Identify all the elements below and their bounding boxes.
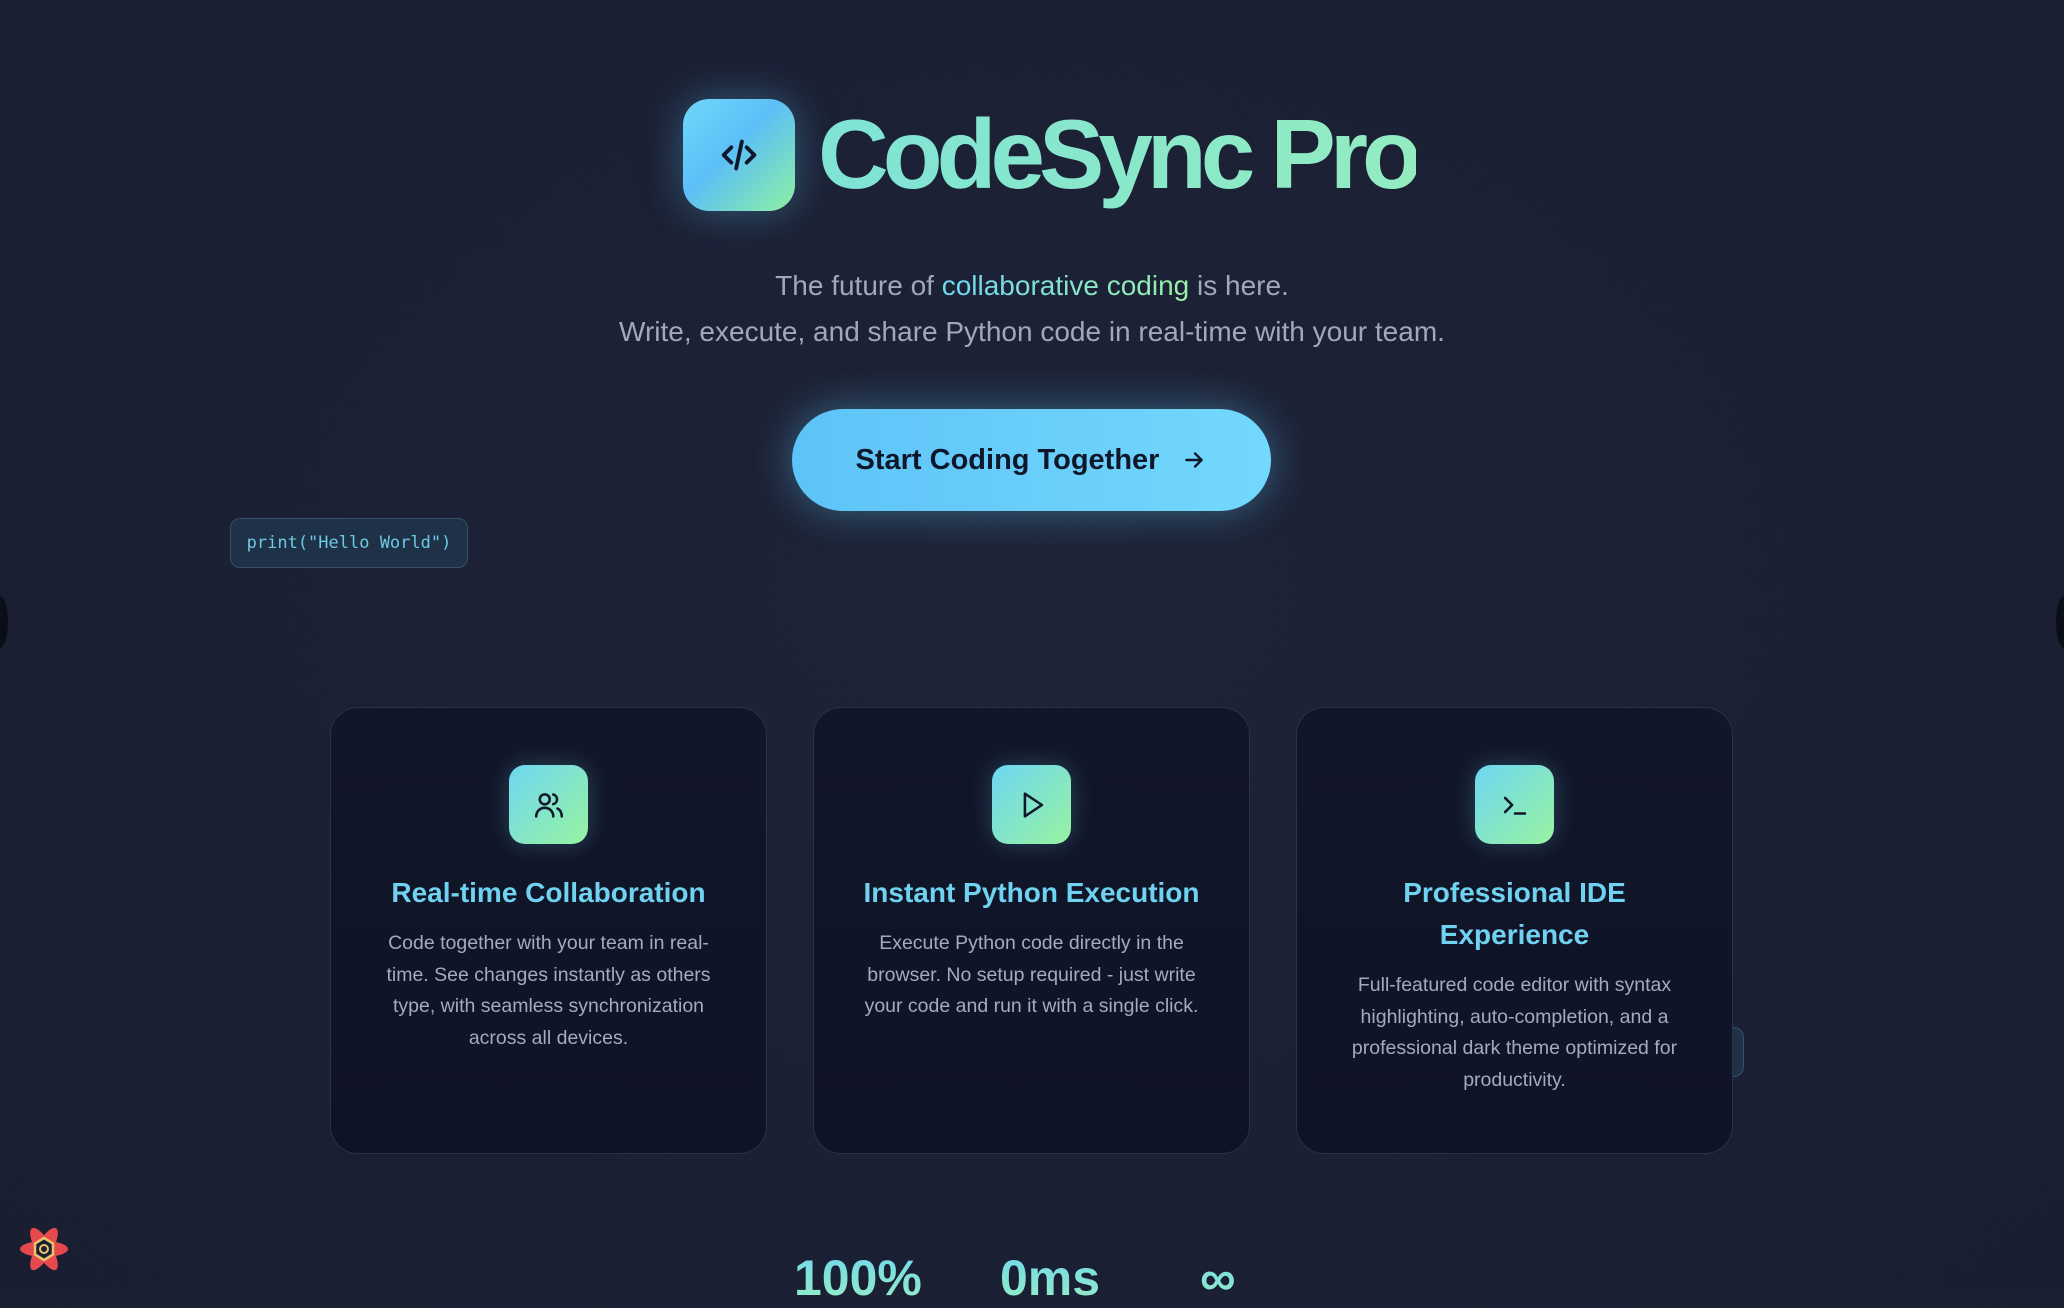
stat-infinity: ∞: [1200, 1250, 1236, 1306]
code-icon: [721, 139, 757, 171]
floating-code-snippet: print("Hello World"): [230, 518, 468, 568]
feature-card-ide: Professional IDE Experience Full-feature…: [1296, 707, 1733, 1154]
tagline-prefix: The future of: [775, 270, 942, 301]
left-edge-handle[interactable]: [0, 596, 8, 648]
app-title: CodeSync Pro: [818, 99, 1422, 209]
feature-title: Instant Python Execution: [863, 877, 1200, 908]
feature-card-collaboration: Real-time Collaboration Code together wi…: [330, 707, 767, 1154]
tagline-description: Write, execute, and share Python code in…: [619, 316, 1445, 347]
logo: [683, 99, 795, 211]
right-edge-handle[interactable]: [2056, 596, 2064, 648]
arrow-right-icon: [1185, 452, 1204, 468]
feature-icon-box: [1475, 765, 1554, 844]
feature-title: Professional IDE Experience: [1403, 877, 1626, 950]
terminal-icon: [1503, 796, 1526, 815]
tagline-highlight: collaborative coding: [941, 270, 1190, 301]
users-icon: [534, 792, 563, 818]
feature-description: Execute Python code directly in the brow…: [864, 932, 1199, 1017]
stat-latency: 0ms: [1000, 1250, 1101, 1306]
feature-icon-box: [992, 765, 1071, 844]
stat-uptime: 100%: [794, 1250, 922, 1306]
start-coding-label: Start Coding Together: [855, 443, 1160, 476]
feature-title: Real-time Collaboration: [391, 877, 706, 908]
feature-card-execution: Instant Python Execution Execute Python …: [813, 707, 1250, 1154]
feature-description: Full-featured code editor with syntax hi…: [1351, 974, 1678, 1091]
react-devtools-icon: [20, 1227, 68, 1271]
tagline-suffix: is here.: [1189, 270, 1289, 301]
feature-description: Code together with your team in real-tim…: [386, 932, 711, 1049]
play-icon: [1023, 791, 1043, 818]
start-coding-button[interactable]: Start Coding Together: [792, 409, 1271, 511]
dev-tools-button[interactable]: [17, 1224, 71, 1274]
tagline: The future of collaborative coding is he…: [0, 270, 2064, 302]
feature-icon-box: [509, 765, 588, 844]
